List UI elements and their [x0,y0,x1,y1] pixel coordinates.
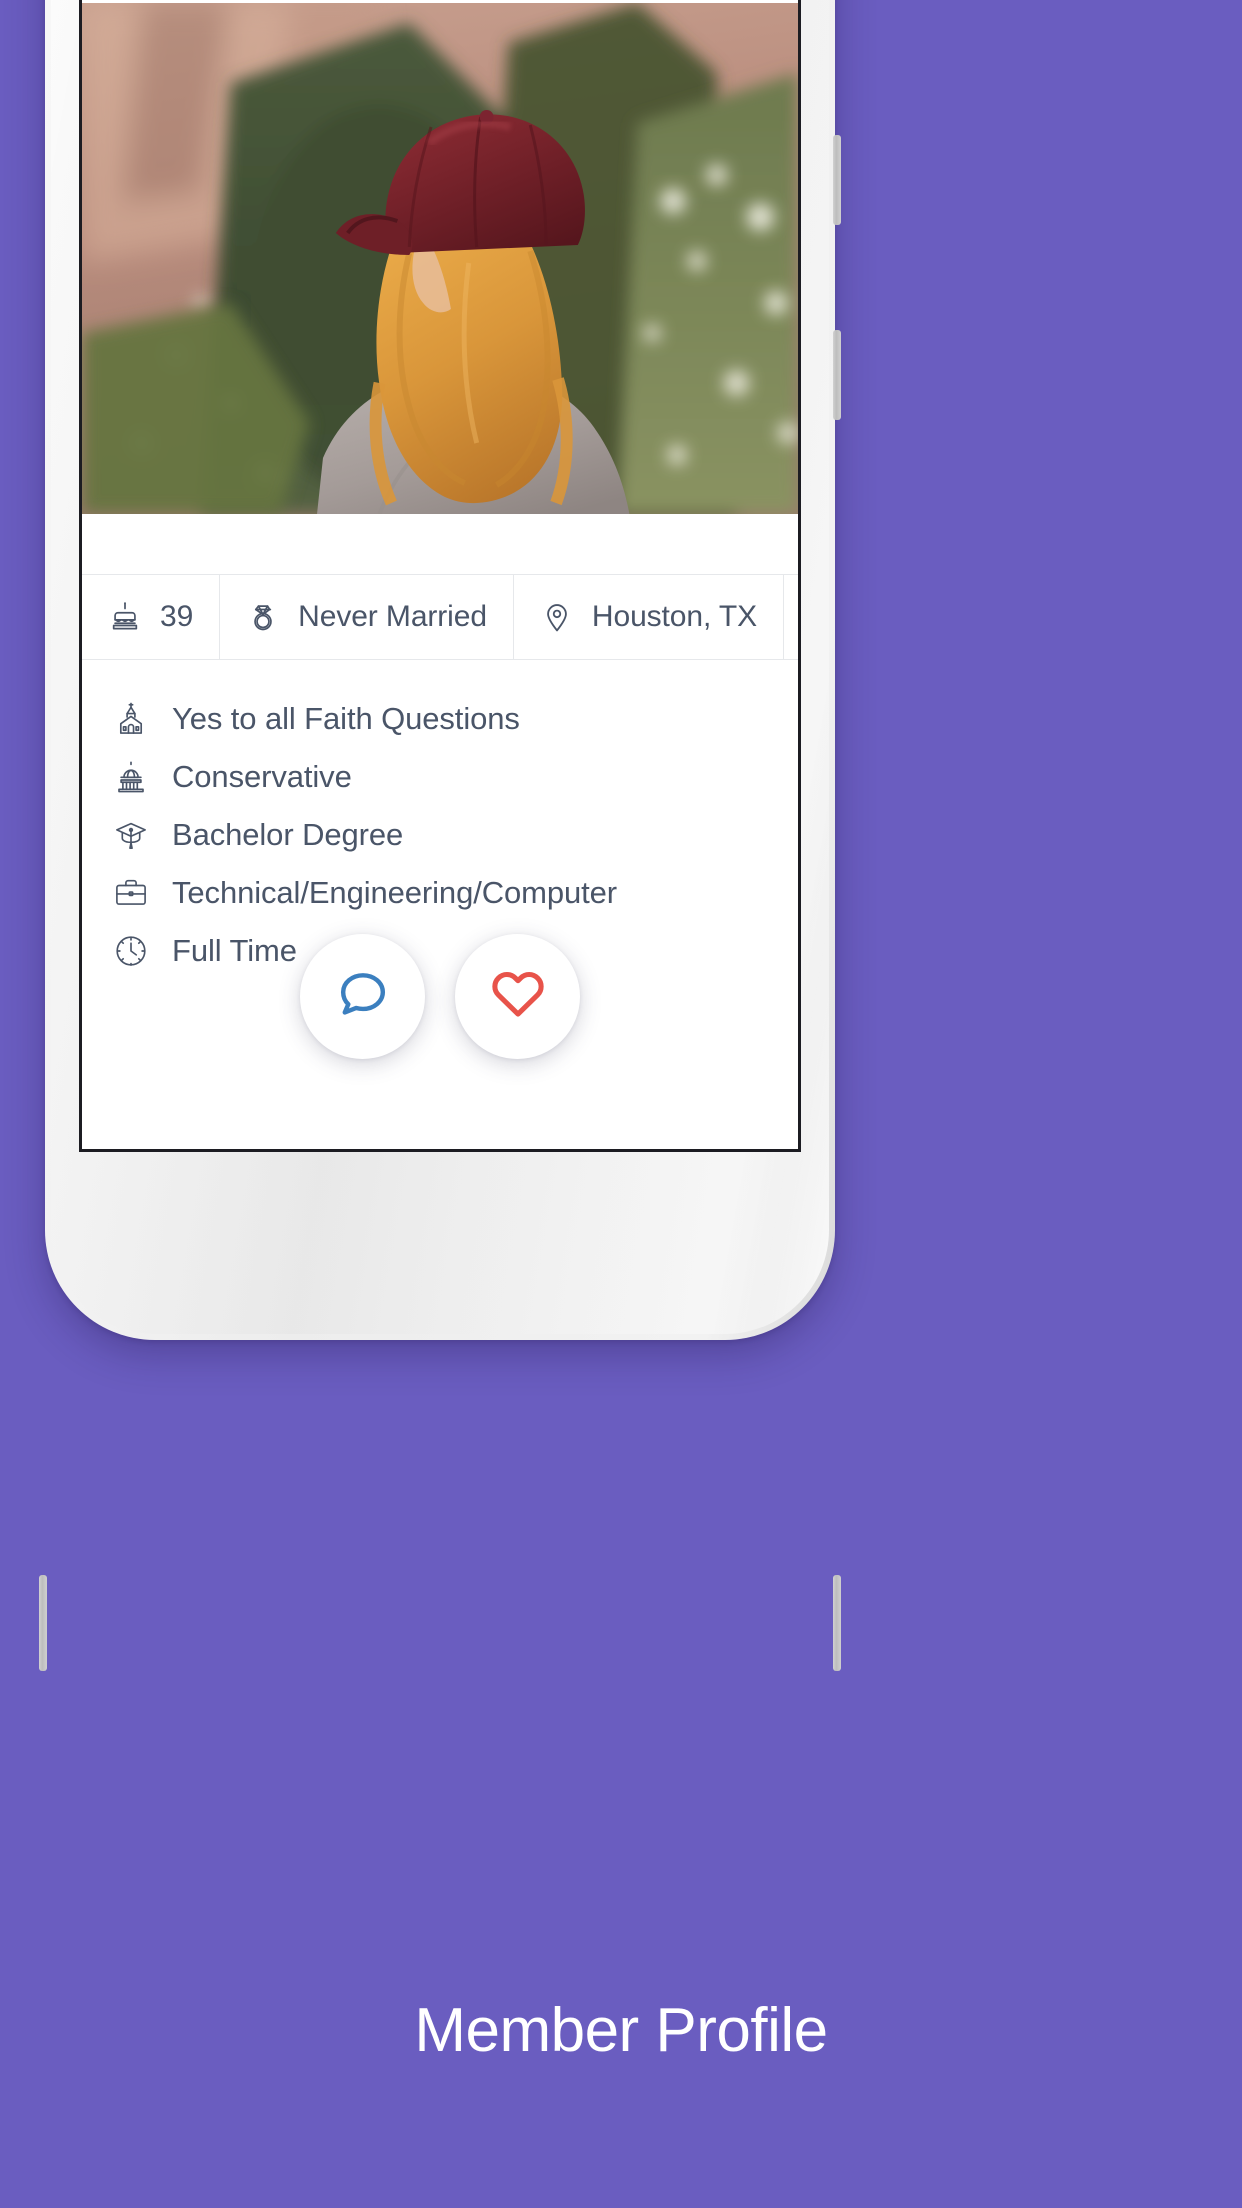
briefcase-icon [112,875,150,911]
attribute-faith: Yes to all Faith Questions [82,690,798,748]
stat-location-value: Houston, TX [591,600,758,633]
floating-action-buttons [300,934,580,1059]
capitol-dome-icon [112,759,150,795]
heart-icon [489,965,547,1028]
attribute-politics: Conservative [82,748,798,806]
attribute-occupation: Technical/Engineering/Computer [82,864,798,922]
stat-marital-status: Never Married [220,575,514,659]
message-button[interactable] [300,934,425,1059]
phone-volume-down-button [833,330,841,420]
photo-bottom-spacer [82,514,798,574]
phone-volume-up-button [833,135,841,225]
birthday-cake-icon [108,600,142,634]
profile-photo[interactable] [82,3,798,514]
attribute-education: Bachelor Degree [82,806,798,864]
stat-age-value: 39 [160,600,194,633]
attribute-employment-label: Full Time [172,933,297,968]
graduation-cap-icon [112,817,150,853]
profile-attribute-list: Yes to all Faith Questions Conservative [82,660,798,980]
stat-age: 39 [82,575,221,659]
like-button[interactable] [455,934,580,1059]
clock-icon [112,933,150,969]
stat-marital-status-value: Never Married [298,600,487,633]
profile-stats-row: 39 Never Married Houston, TX [82,574,798,660]
page-caption: Member Profile [414,1996,828,2065]
phone-antenna-band-left [39,1575,47,1671]
stat-location: Houston, TX [514,575,785,659]
chat-bubble-icon [335,966,391,1027]
attribute-education-label: Bachelor Degree [172,817,404,852]
wedding-ring-icon [246,600,280,634]
attribute-occupation-label: Technical/Engineering/Computer [172,875,618,910]
location-pin-icon [540,600,574,634]
phone-mockup: Horse Back Riding, Camping, Hiking, Socc… [39,0,841,1671]
phone-screen: Horse Back Riding, Camping, Hiking, Socc… [79,0,801,1152]
stat-height [784,575,798,659]
attribute-politics-label: Conservative [172,759,352,794]
phone-antenna-band-right [833,1575,841,1671]
church-icon [112,701,150,737]
attribute-faith-label: Yes to all Faith Questions [172,701,520,736]
